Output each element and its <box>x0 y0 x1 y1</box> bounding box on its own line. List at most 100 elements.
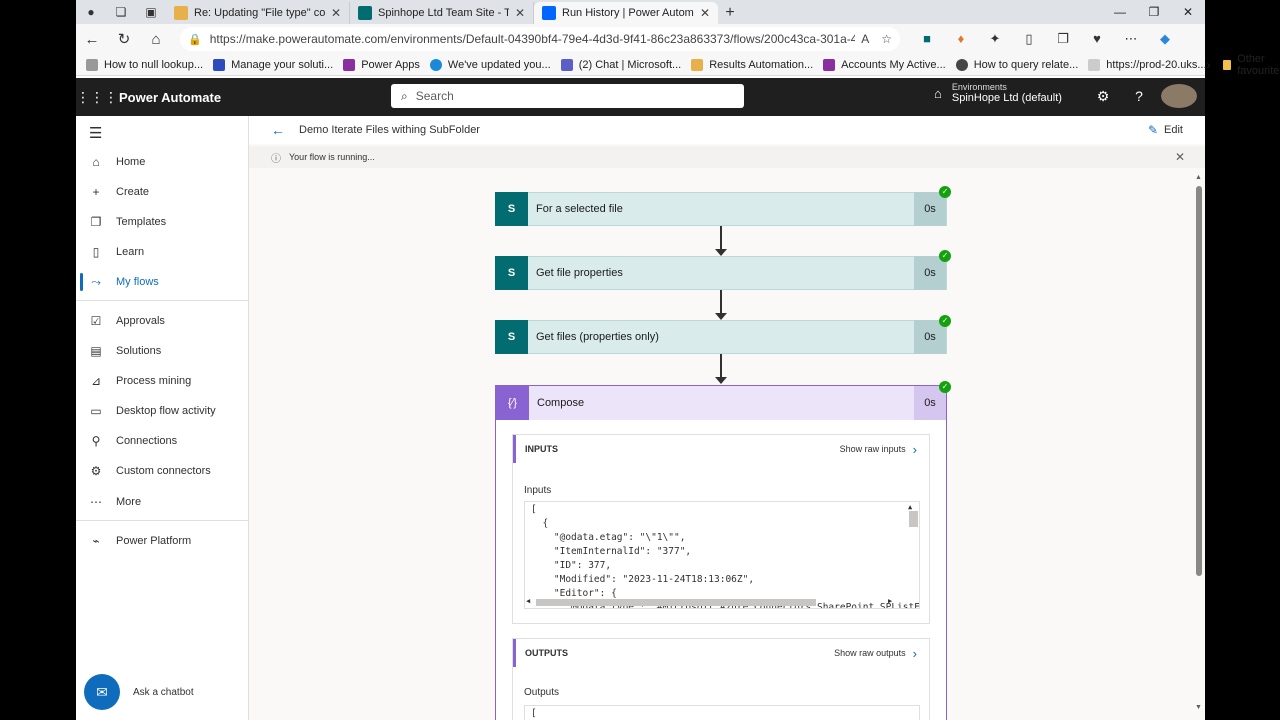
close-icon[interactable]: ✕ <box>331 6 341 20</box>
more-menu-icon[interactable]: ⋯ <box>1114 31 1148 47</box>
favorite-item[interactable]: Power Apps <box>343 58 420 71</box>
other-favourites[interactable]: › Other favourites <box>1207 53 1280 77</box>
sidebar-item-templates[interactable]: ❐ Templates <box>76 207 248 237</box>
favorite-item[interactable]: Accounts My Active... <box>823 58 946 71</box>
edit-button[interactable]: ✎ Edit <box>1148 123 1183 137</box>
sidebar-item-solutions[interactable]: ▤ Solutions <box>76 336 248 366</box>
refresh-icon[interactable]: ↻ <box>108 30 140 48</box>
app-title[interactable]: Power Automate <box>119 90 221 105</box>
scrollbar-thumb[interactable] <box>909 511 918 527</box>
browser-tab-1[interactable]: Spinhope Ltd Team Site - TestAJ ✕ <box>350 2 534 24</box>
step-label: For a selected file <box>536 203 623 215</box>
connector-arrow-icon <box>715 313 727 320</box>
back-icon[interactable]: ← <box>76 31 108 48</box>
favorite-item[interactable]: We've updated you... <box>429 58 551 71</box>
ask-chatbot-button[interactable]: ✉ Ask a chatbot <box>84 674 194 710</box>
extensions-icon[interactable]: ✦ <box>978 31 1012 47</box>
collections-icon[interactable]: ❐ <box>1046 31 1080 47</box>
back-arrow-icon[interactable]: ← <box>271 122 285 138</box>
read-aloud-icon[interactable]: A <box>861 32 869 46</box>
close-icon[interactable]: ✕ <box>515 6 525 20</box>
close-window-icon[interactable]: ✕ <box>1171 5 1205 19</box>
header-actions: ⚙ ? <box>1085 84 1197 108</box>
search-input[interactable]: ⌕ Search <box>391 84 744 108</box>
tab-actions-icon[interactable]: ▣ <box>142 3 160 21</box>
sidebar-item-approvals[interactable]: ☑ Approvals <box>76 306 248 336</box>
process-mining-icon: ⊿ <box>90 374 102 388</box>
home-icon[interactable]: ⌂ <box>140 31 172 48</box>
show-raw-inputs-button[interactable]: Show raw inputs › <box>840 442 929 457</box>
horizontal-scrollbar[interactable]: ◀ ▶ <box>526 597 918 607</box>
extension-icon[interactable]: ♦ <box>944 31 978 47</box>
sidebar-item-power-platform[interactable]: ⌁ Power Platform <box>76 526 248 556</box>
browser-tab-2[interactable]: Run History | Power Automate ✕ <box>534 2 718 24</box>
home-icon: ⌂ <box>92 155 100 169</box>
avatar[interactable] <box>1161 84 1197 108</box>
tab-title: Run History | Power Automate <box>562 7 694 19</box>
flow-step-get-file-properties[interactable]: S Get file properties 0s <box>495 256 947 290</box>
scroll-right-icon[interactable]: ▶ <box>888 597 892 605</box>
vertical-scrollbar[interactable]: ▲ <box>908 503 918 599</box>
favorite-label: Manage your soluti... <box>231 58 334 71</box>
scrollbar-thumb[interactable] <box>1196 186 1202 576</box>
sidebar-item-label: Home <box>116 156 146 168</box>
sidebar-item-process-mining[interactable]: ⊿ Process mining <box>76 366 248 396</box>
sidebar-item-connections[interactable]: ⚲ Connections <box>76 426 248 456</box>
lock-icon[interactable]: 🔒 <box>188 33 202 46</box>
help-icon[interactable]: ? <box>1121 88 1157 104</box>
scroll-left-icon[interactable]: ◀ <box>526 597 530 605</box>
extensions-bar: ■ ♦ ✦ ▯ ❐ ♥ ⋯ ◆ <box>910 31 1182 47</box>
browser-essentials-icon[interactable]: ♥ <box>1080 31 1114 47</box>
outputs-code-viewer[interactable]: [ <box>524 705 920 720</box>
scroll-up-icon[interactable]: ▲ <box>908 503 912 511</box>
restore-icon[interactable]: ❐ <box>1137 5 1171 19</box>
sidebar-item-home[interactable]: ⌂ Home <box>76 147 248 177</box>
sidebar-item-desktop-flow-activity[interactable]: ▭ Desktop flow activity <box>76 396 248 426</box>
other-favourites-label: Other favourites <box>1237 52 1280 77</box>
favorite-item[interactable]: Manage your soluti... <box>213 58 334 71</box>
browser-tab-0[interactable]: Re: Updating "File type" column ✕ <box>166 2 350 24</box>
close-icon[interactable]: ✕ <box>700 6 710 20</box>
extension-icon[interactable]: ■ <box>910 31 944 47</box>
sidebar-item-my-flows[interactable]: ⤳ My flows <box>76 267 248 297</box>
split-screen-icon[interactable]: ▯ <box>1012 31 1046 47</box>
chevron-right-icon[interactable]: › <box>1207 58 1211 72</box>
favorite-label: Power Apps <box>361 58 420 71</box>
dismiss-close-icon[interactable]: ✕ <box>1175 150 1185 164</box>
sidebar-item-label: Custom connectors <box>116 465 211 477</box>
show-raw-outputs-button[interactable]: Show raw outputs › <box>834 646 929 661</box>
copilot-icon[interactable]: ◆ <box>1148 31 1182 47</box>
favorite-item[interactable]: https://prod-20.uks... <box>1088 58 1207 71</box>
profile-icon[interactable]: ● <box>82 3 100 21</box>
minimize-icon[interactable]: — <box>1103 5 1137 19</box>
favorite-item[interactable]: How to query relate... <box>955 58 1078 71</box>
favorite-item[interactable]: How to null lookup... <box>86 58 203 71</box>
flow-step-get-files[interactable]: S Get files (properties only) 0s <box>495 320 947 354</box>
flow-step-for-selected-file[interactable]: S For a selected file 0s <box>495 192 947 226</box>
url-field[interactable]: 🔒 https://make.powerautomate.com/environ… <box>180 27 900 51</box>
page-scrollbar[interactable]: ▲ ▼ <box>1195 174 1203 714</box>
inputs-code-viewer[interactable]: [ { "@odata.etag": "\"1\"", "ItemInterna… <box>524 501 920 609</box>
sidebar-item-more[interactable]: ⋯ More <box>76 487 248 517</box>
environment-value: SpinHope Ltd (default) <box>951 92 1062 104</box>
favorite-star-icon[interactable]: ☆ <box>881 32 892 46</box>
settings-icon[interactable]: ⚙ <box>1085 88 1121 105</box>
chatbot-icon[interactable]: ✉ <box>84 674 120 710</box>
environment-picker[interactable]: ⌂ Environments SpinHope Ltd (default) <box>934 82 1062 104</box>
scroll-up-icon[interactable]: ▲ <box>1195 174 1202 181</box>
page-icon <box>1088 58 1101 71</box>
workspaces-icon[interactable]: ❏ <box>112 3 130 21</box>
app-launcher-icon[interactable]: ⋮⋮⋮ <box>76 89 118 106</box>
favorite-item[interactable]: Results Automation... <box>691 58 813 71</box>
dynamics-icon <box>213 58 226 71</box>
compose-header[interactable]: {⁄} Compose 0s <box>496 386 946 420</box>
sidebar-item-learn[interactable]: ▯ Learn <box>76 237 248 267</box>
scrollbar-thumb[interactable] <box>536 599 816 606</box>
scroll-down-icon[interactable]: ▼ <box>1195 704 1202 711</box>
sidebar-item-create[interactable]: + Create <box>76 177 248 207</box>
sidebar-item-custom-connectors[interactable]: ⚙ Custom connectors <box>76 456 248 486</box>
favorite-item[interactable]: (2) Chat | Microsoft... <box>560 58 681 71</box>
new-tab-icon[interactable]: + <box>718 2 742 24</box>
app-header: ⋮⋮⋮ Power Automate ⌕ Search ⌂ Environmen… <box>76 78 1205 116</box>
hamburger-menu-icon[interactable]: ☰ <box>89 124 102 142</box>
